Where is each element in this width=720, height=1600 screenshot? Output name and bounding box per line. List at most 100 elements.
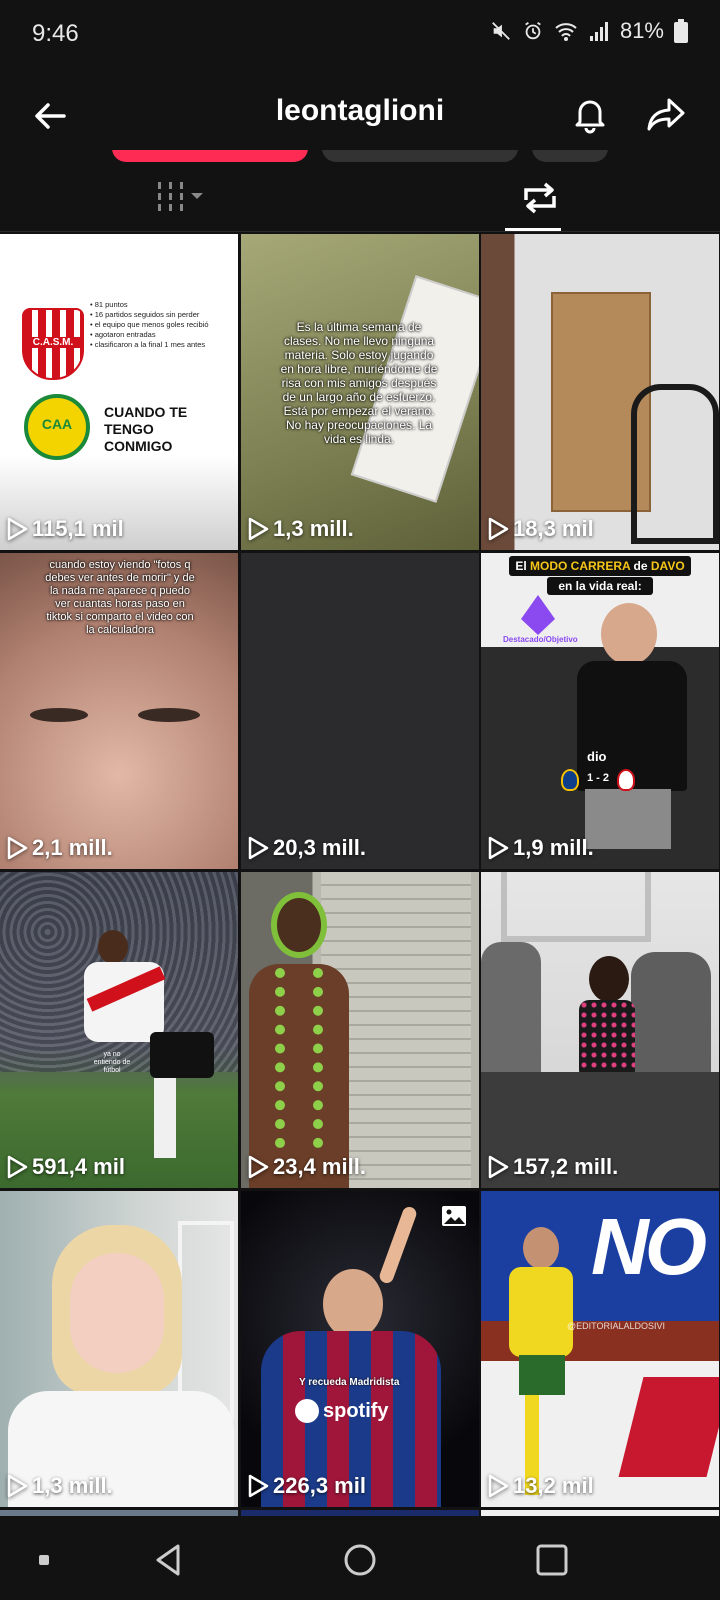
nav-back-button[interactable] <box>146 1538 190 1582</box>
view-count-text: 13,2 mil <box>513 1473 594 1498</box>
status-time: 9:46 <box>32 20 79 47</box>
nav-home-button[interactable] <box>338 1538 382 1582</box>
nav-recents-button[interactable] <box>530 1538 574 1582</box>
nav-extra-button[interactable] <box>22 1538 66 1582</box>
crest-boca <box>561 769 579 791</box>
face <box>70 1253 164 1373</box>
tile-caption: CUANDO TE TENGO CONMIGO <box>104 404 188 454</box>
sponsor-logo: spotify <box>295 1399 389 1423</box>
nav-back-icon <box>156 1544 180 1576</box>
notifications-button[interactable] <box>566 90 614 138</box>
battery-icon <box>674 19 688 43</box>
grid-bars-icon <box>158 182 203 211</box>
view-count-text: 1,3 mill. <box>32 1473 113 1498</box>
bell-icon <box>575 100 605 134</box>
view-count-text: 20,3 mill. <box>273 835 366 860</box>
view-count: 20,3 mill. <box>247 835 366 861</box>
view-count-text: 23,4 mill. <box>273 1154 366 1179</box>
view-count-text: 226,3 mil <box>273 1473 366 1498</box>
crest-label: CAA <box>41 416 73 432</box>
tab-reposts[interactable] <box>360 164 720 232</box>
view-count: 157,2 mill. <box>487 1154 618 1180</box>
profile-header: leontaglioni <box>0 68 720 160</box>
video-tile[interactable]: NO @EDITORIALALDOSIVI 13,2 mil <box>481 1191 719 1507</box>
nav-dot-icon <box>39 1555 49 1565</box>
view-count: 115,1 mil <box>6 516 124 542</box>
view-count: 226,3 mil <box>247 1473 366 1499</box>
alarm-icon <box>522 20 544 42</box>
play-icon <box>248 1155 269 1179</box>
view-count: 18,3 mil <box>487 516 594 542</box>
wifi-icon <box>554 20 578 42</box>
view-count-text: 18,3 mil <box>513 516 594 541</box>
objective-badge: Destacado/Objetivo <box>503 635 578 644</box>
player-sock <box>154 1078 176 1158</box>
lime-necklace <box>275 968 323 1148</box>
brand-text: spotify <box>323 1399 389 1422</box>
video-tile[interactable]: El MODO CARRERA de DAVO en la vida real:… <box>481 553 719 869</box>
right-eye <box>138 708 200 722</box>
play-icon <box>488 1474 509 1498</box>
play-icon <box>248 1474 269 1498</box>
player-jersey <box>509 1267 573 1357</box>
share-button[interactable] <box>642 90 690 138</box>
person-head <box>601 603 657 665</box>
player-head <box>98 930 128 964</box>
play-icon <box>7 1474 28 1498</box>
share-arrow-icon <box>647 98 685 131</box>
status-icons: 81% <box>490 18 688 44</box>
stats-list: • 81 puntos • 16 partidos seguidos sin p… <box>90 300 238 350</box>
banner-text: NO <box>591 1202 707 1291</box>
signal-icon <box>588 20 610 42</box>
overlay-caption: Y recueda Madridista <box>299 1377 400 1388</box>
small-caption: ya no entiendo de fútbol <box>93 1051 131 1074</box>
score-label: dio <box>587 749 607 764</box>
player-shorts <box>150 1032 214 1078</box>
video-tile[interactable]: C.A.S.M. • 81 puntos • 16 partidos segui… <box>0 234 238 550</box>
video-tile[interactable]: 20,3 mill. <box>241 553 479 869</box>
play-icon <box>488 836 509 860</box>
video-tile[interactable]: cuando estoy viendo "fotos q debes ver a… <box>0 553 238 869</box>
tab-videos[interactable] <box>0 164 360 232</box>
mute-icon <box>490 20 512 42</box>
battery-percentage: 81% <box>619 18 664 43</box>
view-count: 1,9 mill. <box>487 835 594 861</box>
caption-part: El <box>515 559 530 573</box>
view-count-text: 2,1 mill. <box>32 835 113 860</box>
active-tab-indicator <box>505 228 561 231</box>
video-tile[interactable]: Es la última semana de clases. No me lle… <box>241 234 479 550</box>
follow-pill-edge <box>112 150 308 162</box>
player-shorts <box>519 1355 565 1395</box>
video-tile[interactable]: 1,3 mill. <box>0 1191 238 1507</box>
view-count-text: 1,3 mill. <box>273 516 354 541</box>
view-count: 23,4 mill. <box>247 1154 366 1180</box>
view-count: 591,4 mil <box>6 1154 125 1180</box>
video-tile[interactable]: 18,3 mil <box>481 234 719 550</box>
overlay-caption: cuando estoy viendo "fotos q debes ver a… <box>45 559 195 636</box>
stat-line: • el equipo que menos goles recibió <box>90 320 209 329</box>
stat-line: • clasificaron a la final 1 mes antes <box>90 340 206 349</box>
video-grid: C.A.S.M. • 81 puntos • 16 partidos segui… <box>0 234 720 1516</box>
video-tile[interactable]: Y recueda Madridista spotify 226,3 mil <box>241 1191 479 1507</box>
mode-caption-line2: en la vida real: <box>547 577 653 595</box>
scrolled-pills <box>0 150 720 164</box>
view-count-text: 157,2 mill. <box>513 1154 619 1179</box>
repost-icon <box>524 182 556 214</box>
overlay-caption: Es la última semana de clases. No me lle… <box>280 320 438 446</box>
video-tile[interactable]: ya no entiendo de fútbol 591,4 mil <box>0 872 238 1188</box>
view-count: 1,3 mill. <box>247 516 354 542</box>
play-icon <box>488 517 509 541</box>
more-pill-edge <box>532 150 608 162</box>
view-count-text: 591,4 mil <box>32 1154 125 1179</box>
system-nav-bar <box>0 1516 720 1600</box>
view-count-text: 1,9 mill. <box>513 835 594 860</box>
profile-tabs <box>0 164 720 232</box>
view-count: 2,1 mill. <box>6 835 113 861</box>
nav-home-icon <box>344 1544 376 1576</box>
video-tile[interactable]: 157,2 mill. <box>481 872 719 1188</box>
video-tile[interactable]: 23,4 mill. <box>241 872 479 1188</box>
watermark: @EDITORIALALDOSIVI <box>567 1321 665 1331</box>
stat-line: • agotaron entradas <box>90 330 156 339</box>
thumbnail <box>0 234 238 550</box>
person-shorts <box>585 789 671 849</box>
